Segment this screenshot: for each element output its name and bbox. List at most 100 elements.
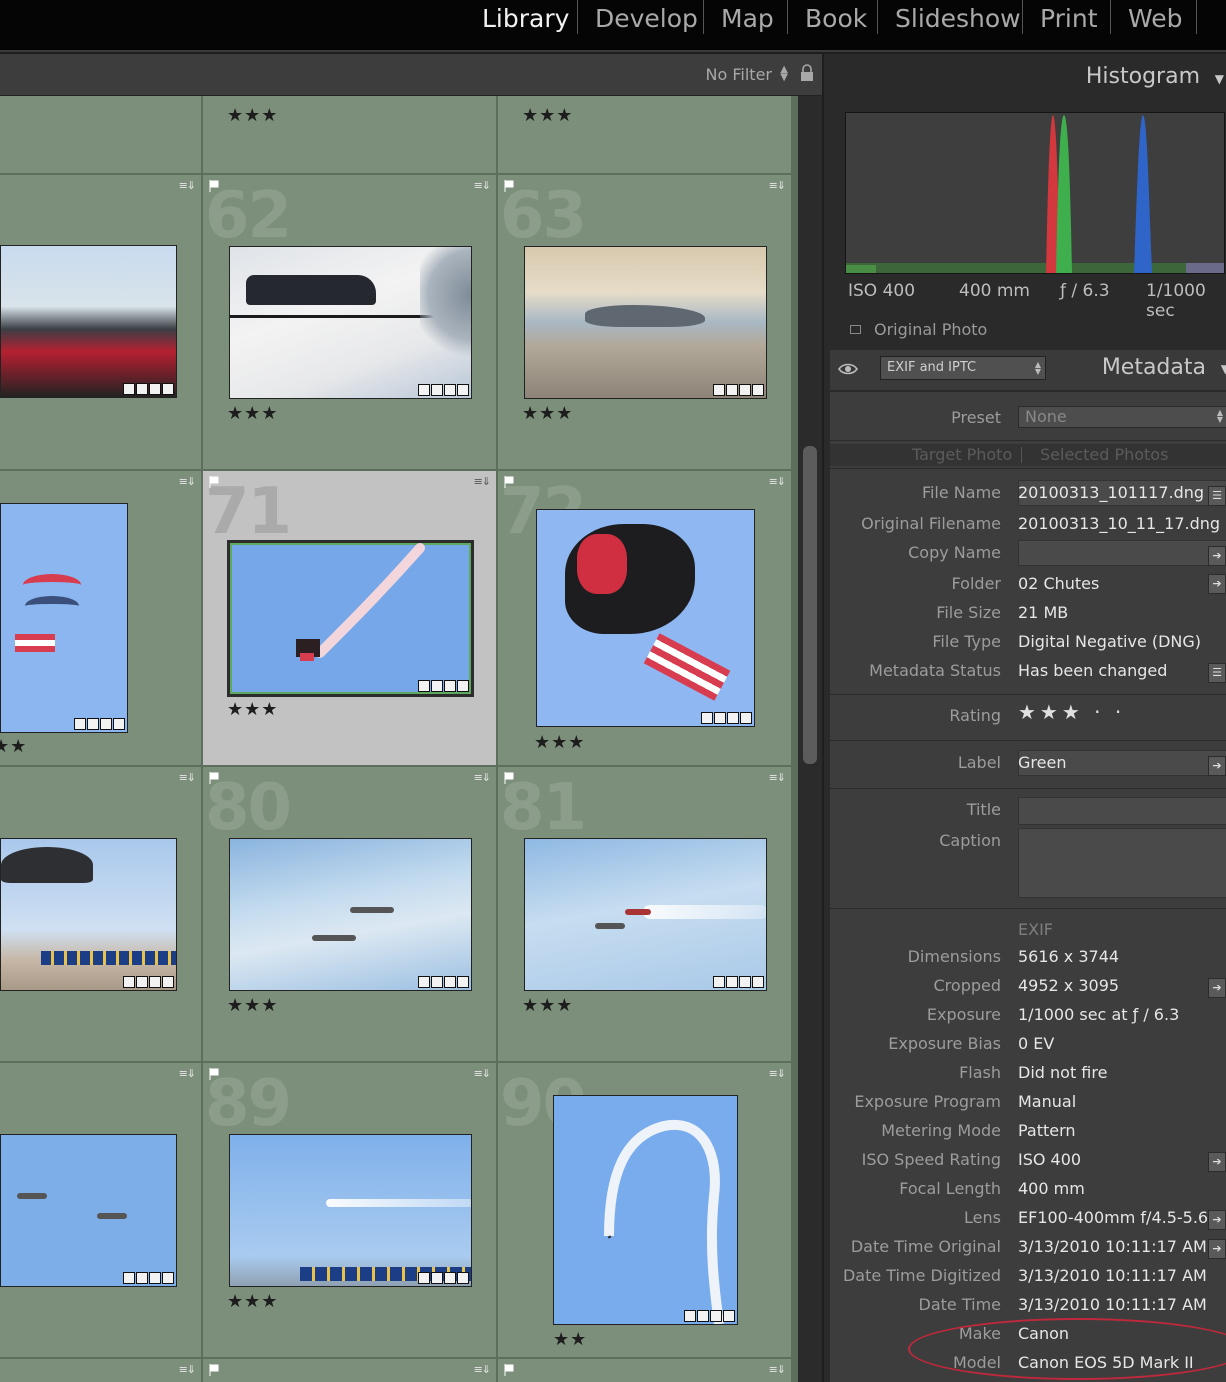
grid-cell[interactable]: 62 ≡⇓ ★★★ (203, 175, 497, 470)
library-filter-bar: No Filter ▲ ▼ (0, 54, 822, 96)
caption-field[interactable] (1018, 828, 1226, 898)
grid-cell[interactable]: 90 ≡⇓ ★★ (498, 1063, 792, 1358)
arrow-right-icon[interactable]: ➔ (1208, 1210, 1226, 1230)
module-separator (1022, 0, 1023, 34)
scrollbar-thumb[interactable] (803, 446, 817, 764)
arrow-right-icon[interactable]: ➔ (1208, 1152, 1226, 1172)
photo-thumbnail-selected[interactable] (227, 540, 474, 697)
grid-cell[interactable]: ≡⇓ (0, 767, 202, 1062)
list-icon[interactable]: ☰ (1208, 486, 1226, 506)
cell-menu-icon[interactable]: ≡⇓ (769, 1067, 786, 1080)
photo-thumbnail[interactable] (0, 838, 177, 991)
flag-icon[interactable] (209, 1364, 219, 1376)
metadata-set-dropdown[interactable]: EXIF and IPTC ▲ ▼ (880, 356, 1046, 380)
collapse-triangle-icon[interactable]: ▼ (1215, 72, 1224, 86)
arrow-right-icon[interactable]: ➔ (1208, 546, 1226, 566)
grid-cell[interactable]: 72 ≡⇓ ★★★ (498, 471, 792, 766)
cell-menu-icon[interactable]: ≡⇓ (179, 1363, 196, 1376)
rating-stars[interactable]: ★★★ · · (1018, 700, 1125, 724)
thumbnail-badges (701, 712, 752, 724)
grid-cell[interactable]: ≡⇓ (0, 175, 202, 470)
photo-thumbnail[interactable] (553, 1095, 738, 1325)
target-photo-option[interactable]: Target Photo (912, 445, 1012, 464)
cell-menu-icon[interactable]: ≡⇓ (474, 1067, 491, 1080)
preset-dropdown[interactable]: None ▲ ▼ (1018, 406, 1226, 428)
eye-icon[interactable] (838, 362, 858, 376)
photo-thumbnail[interactable] (536, 509, 755, 727)
grid-cell[interactable]: 80 ≡⇓ ★★★ (203, 767, 497, 1062)
grid-cell[interactable]: ≡⇓ (498, 1359, 792, 1382)
flag-icon[interactable] (504, 476, 514, 488)
grid-cell-selected[interactable]: 71 ≡⇓ ★★★ (203, 471, 497, 766)
metadata-status-value: Has been changed (1018, 661, 1168, 680)
module-book[interactable]: Book (805, 4, 867, 33)
photo-thumbnail[interactable] (229, 1134, 472, 1287)
grid-cell[interactable]: ★★★ (498, 96, 792, 174)
cell-menu-icon[interactable]: ≡⇓ (474, 179, 491, 192)
photo-thumbnail[interactable] (524, 838, 767, 991)
grid-cell[interactable]: ≡⇓ (0, 1359, 202, 1382)
arrow-right-icon[interactable]: ➔ (1208, 574, 1226, 594)
grid-cell[interactable]: ≡⇓ (0, 1063, 202, 1358)
cell-menu-icon[interactable]: ≡⇓ (769, 475, 786, 488)
cell-menu-icon[interactable]: ≡⇓ (179, 179, 196, 192)
cell-menu-icon[interactable]: ≡⇓ (474, 1363, 491, 1376)
cell-menu-icon[interactable]: ≡⇓ (769, 179, 786, 192)
thumbnail-badges (74, 718, 125, 730)
module-library[interactable]: Library (482, 4, 569, 33)
photo-thumbnail[interactable] (0, 1134, 177, 1287)
cell-rating-stars: ★★★ (227, 995, 279, 1016)
grid-cell[interactable]: ≡⇓ (203, 1359, 497, 1382)
right-panel: Histogram ▼ ISO 400 400 mm ƒ / 6.3 1/100… (824, 54, 1226, 1382)
title-field[interactable] (1018, 797, 1226, 825)
photo-thumbnail[interactable] (229, 838, 472, 991)
cell-menu-icon[interactable]: ≡⇓ (179, 475, 196, 488)
original-photo-checkbox[interactable] (850, 325, 861, 334)
photo-thumbnail[interactable] (524, 246, 767, 399)
lock-icon[interactable] (800, 64, 814, 82)
dropdown-arrows-icon: ▲ ▼ (1034, 360, 1041, 376)
arrow-right-icon[interactable]: ➔ (1208, 978, 1226, 998)
grid-scrollbar[interactable] (798, 96, 822, 1382)
arrow-right-icon[interactable]: ➔ (1208, 1239, 1226, 1259)
photo-thumbnail[interactable] (229, 246, 472, 399)
filter-preset-dropdown[interactable]: No Filter (706, 65, 772, 84)
cell-menu-icon[interactable]: ≡⇓ (179, 1067, 196, 1080)
lens-value: EF100-400mm f/4.5-5.6L (1018, 1208, 1218, 1227)
flag-icon[interactable] (504, 180, 514, 192)
grid-cell[interactable]: ★★★ (203, 96, 497, 174)
histogram-panel-header[interactable]: Histogram (1086, 64, 1200, 89)
grid-cell[interactable]: 81 ≡⇓ ★★★ (498, 767, 792, 1062)
flag-icon[interactable] (209, 1068, 219, 1080)
copy-name-field[interactable] (1018, 540, 1226, 566)
flag-icon[interactable] (209, 180, 219, 192)
cell-menu-icon[interactable]: ≡⇓ (769, 771, 786, 784)
module-slideshow[interactable]: Slideshow (895, 4, 1021, 33)
grid-cell[interactable]: 89 ≡⇓ ★★★ (203, 1063, 497, 1358)
photo-thumbnail[interactable] (0, 245, 177, 398)
module-web[interactable]: Web (1128, 4, 1183, 33)
flag-icon[interactable] (209, 476, 219, 488)
flag-icon[interactable] (209, 772, 219, 784)
cell-menu-icon[interactable]: ≡⇓ (179, 771, 196, 784)
histogram-chart (845, 112, 1225, 274)
photo-thumbnail[interactable] (0, 503, 128, 733)
filter-dropdown-arrows-icon[interactable]: ▲ ▼ (780, 65, 788, 83)
grid-cell[interactable]: ≡⇓ ★★ (0, 471, 202, 766)
list-icon[interactable]: ☰ (1208, 663, 1226, 683)
cell-menu-icon[interactable]: ≡⇓ (769, 1363, 786, 1376)
module-map[interactable]: Map (721, 4, 774, 33)
selected-photos-option[interactable]: Selected Photos (1040, 445, 1168, 464)
flag-icon[interactable] (504, 1364, 514, 1376)
grid-cell[interactable] (0, 96, 202, 174)
cell-menu-icon[interactable]: ≡⇓ (474, 475, 491, 488)
collapse-triangle-icon[interactable]: ▼ (1221, 362, 1226, 376)
module-develop[interactable]: Develop (595, 4, 698, 33)
cell-menu-icon[interactable]: ≡⇓ (474, 771, 491, 784)
flag-icon[interactable] (504, 772, 514, 784)
arrow-right-icon[interactable]: ➔ (1208, 756, 1226, 776)
module-print[interactable]: Print (1040, 4, 1098, 33)
caption-label: Caption (939, 831, 1001, 850)
metadata-panel-title[interactable]: Metadata (1102, 355, 1206, 380)
grid-cell[interactable]: 63 ≡⇓ ★★★ (498, 175, 792, 470)
